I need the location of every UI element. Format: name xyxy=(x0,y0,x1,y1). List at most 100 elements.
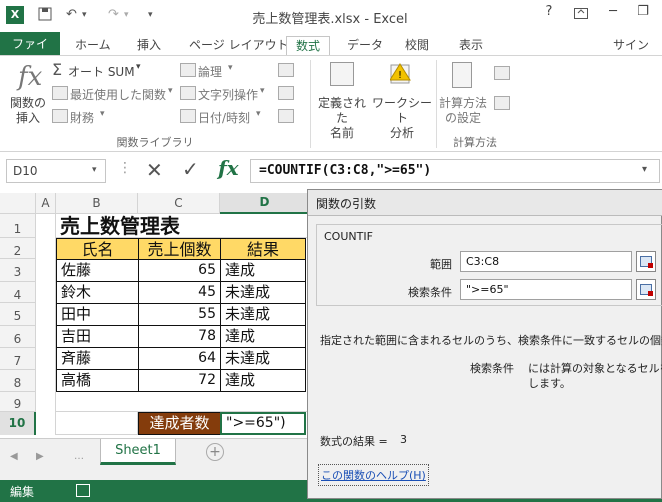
column-header-a[interactable]: A xyxy=(36,193,56,214)
column-a-cells[interactable] xyxy=(36,214,56,435)
datetime-dropdown-icon[interactable]: ▾ xyxy=(256,109,261,119)
row-header-10[interactable]: 10 xyxy=(0,412,36,435)
cell-result[interactable]: 未達成 xyxy=(220,347,306,370)
row-header-8[interactable]: 8 xyxy=(0,370,36,392)
cell-qty[interactable]: 45 xyxy=(138,281,221,304)
cell-qty[interactable]: 78 xyxy=(138,325,221,348)
tab-view[interactable]: 表示 xyxy=(450,36,492,56)
restore-icon[interactable]: ❐ xyxy=(628,4,658,24)
cell-b10[interactable] xyxy=(56,412,138,435)
autosum-dropdown-icon[interactable]: ▾ xyxy=(136,62,141,72)
next-sheet-icon[interactable]: ▶ xyxy=(36,451,44,462)
active-cell-d10[interactable]: ">=65") xyxy=(220,412,306,435)
summary-label-cell[interactable]: 達成者数 xyxy=(138,412,221,435)
row-header-2[interactable]: 2 xyxy=(0,238,36,259)
cell-result[interactable]: 未達成 xyxy=(220,303,306,326)
cell-result[interactable]: 達成 xyxy=(220,369,306,392)
name-box-dropdown-icon[interactable]: ▾ xyxy=(92,165,97,175)
range-input[interactable]: C3:C8 xyxy=(460,251,632,272)
tab-insert[interactable]: 挿入 xyxy=(128,36,170,56)
row-9-cells[interactable] xyxy=(56,392,310,412)
recent-dropdown-icon[interactable]: ▾ xyxy=(168,86,173,96)
cell-result[interactable]: 未達成 xyxy=(220,281,306,304)
tab-review[interactable]: 校閲 xyxy=(396,36,438,56)
undo-icon[interactable]: ↶ xyxy=(66,7,77,22)
redo-dropdown-icon[interactable]: ▾ xyxy=(124,10,129,20)
column-header-b[interactable]: B xyxy=(56,193,138,214)
row-header-9[interactable]: 9 xyxy=(0,392,36,412)
tab-file[interactable]: ファイル xyxy=(0,32,60,75)
cancel-icon[interactable]: ✕ xyxy=(146,158,163,182)
logical-dropdown-icon[interactable]: ▾ xyxy=(228,63,233,73)
row-header-7[interactable]: 7 xyxy=(0,348,36,370)
recent-functions-button[interactable]: 最近使用した関数 xyxy=(70,86,166,103)
calc-sheet-icon[interactable] xyxy=(494,96,510,110)
row-header-5[interactable]: 5 xyxy=(0,303,36,326)
text-button[interactable]: 文字列操作 xyxy=(198,86,258,103)
formula-input[interactable]: =COUNTIF(C3:C8,">=65") xyxy=(250,159,660,183)
function-help-link[interactable]: この関数のヘルプ(H) xyxy=(318,464,429,486)
select-all-corner[interactable] xyxy=(0,193,36,214)
cell-name[interactable]: 鈴木 xyxy=(56,281,139,304)
formula-bar-drag-handle[interactable]: ⋮ xyxy=(118,160,132,176)
cell-qty[interactable]: 65 xyxy=(138,259,221,282)
criteria-collapse-icon[interactable] xyxy=(636,279,656,300)
financial-dropdown-icon[interactable]: ▾ xyxy=(100,109,105,119)
header-qty[interactable]: 売上個数 xyxy=(138,238,221,260)
cell-name[interactable]: 田中 xyxy=(56,303,139,326)
name-box[interactable]: D10 xyxy=(6,159,106,183)
enter-icon[interactable]: ✓ xyxy=(182,157,199,181)
cell-qty[interactable]: 72 xyxy=(138,369,221,392)
minimize-icon[interactable]: ─ xyxy=(598,4,628,24)
undo-dropdown-icon[interactable]: ▾ xyxy=(82,10,87,20)
row-header-1[interactable]: 1 xyxy=(0,214,36,238)
column-header-d[interactable]: D xyxy=(220,193,310,214)
row-header-6[interactable]: 6 xyxy=(0,326,36,348)
cell-result[interactable]: 達成 xyxy=(220,259,306,282)
macro-record-icon[interactable] xyxy=(76,484,90,497)
cell-result[interactable]: 達成 xyxy=(220,325,306,348)
calc-now-icon[interactable] xyxy=(494,66,510,80)
tab-data[interactable]: データ xyxy=(338,36,392,56)
more-functions-icon[interactable] xyxy=(278,109,294,123)
cell-name[interactable]: 高橋 xyxy=(56,369,139,392)
worksheet-grid[interactable]: A B C D 1 2 3 4 5 6 7 8 9 10 売上数管理表 氏名 売… xyxy=(0,193,310,438)
row-header-4[interactable]: 4 xyxy=(0,282,36,303)
defined-names-button[interactable]: 定義された 名前 xyxy=(314,96,370,141)
column-header-c[interactable]: C xyxy=(138,193,220,214)
criteria-input[interactable]: ">=65" xyxy=(460,279,632,300)
tab-formulas[interactable]: 数式 xyxy=(286,36,331,57)
signin-link[interactable]: サインイン xyxy=(604,36,662,70)
expand-formula-bar-icon[interactable]: ▾ xyxy=(642,164,647,175)
header-name[interactable]: 氏名 xyxy=(56,238,139,260)
cell-name[interactable]: 佐藤 xyxy=(56,259,139,282)
financial-button[interactable]: 財務 xyxy=(70,109,94,126)
prev-sheet-icon[interactable]: ◀ xyxy=(10,451,18,462)
autosum-button[interactable]: オート SUM xyxy=(68,63,135,80)
save-icon[interactable] xyxy=(38,7,52,25)
cell-name[interactable]: 斉藤 xyxy=(56,347,139,370)
math-icon[interactable] xyxy=(278,86,294,100)
redo-icon[interactable]: ↷ xyxy=(108,7,119,22)
sheet-title[interactable]: 売上数管理表 xyxy=(56,214,310,238)
customize-qat-icon[interactable]: ▾ xyxy=(148,10,153,20)
range-collapse-icon[interactable] xyxy=(636,251,656,272)
insert-function-button[interactable]: 関数の 挿入 xyxy=(8,96,48,126)
cell-qty[interactable]: 55 xyxy=(138,303,221,326)
header-result[interactable]: 結果 xyxy=(220,238,306,260)
sheet-tab-sheet1[interactable]: Sheet1 xyxy=(100,439,176,465)
calc-options-button[interactable]: 計算方法 の設定 xyxy=(438,96,488,126)
cell-qty[interactable]: 64 xyxy=(138,347,221,370)
help-icon[interactable]: ? xyxy=(534,4,564,24)
worksheet-analysis-button[interactable]: ワークシート 分析 xyxy=(372,96,432,141)
ribbon-display-icon[interactable] xyxy=(566,4,596,24)
row-header-3[interactable]: 3 xyxy=(0,259,36,282)
more-sheets-icon[interactable]: … xyxy=(74,451,84,462)
tab-page-layout[interactable]: ページ レイアウト xyxy=(180,36,298,56)
text-dropdown-icon[interactable]: ▾ xyxy=(260,86,265,96)
insert-function-fx-icon[interactable]: fx xyxy=(218,156,239,180)
tab-home[interactable]: ホーム xyxy=(66,36,120,56)
lookup-icon[interactable] xyxy=(278,63,294,77)
logical-button[interactable]: 論理 xyxy=(198,63,222,80)
add-sheet-icon[interactable]: + xyxy=(206,443,224,461)
